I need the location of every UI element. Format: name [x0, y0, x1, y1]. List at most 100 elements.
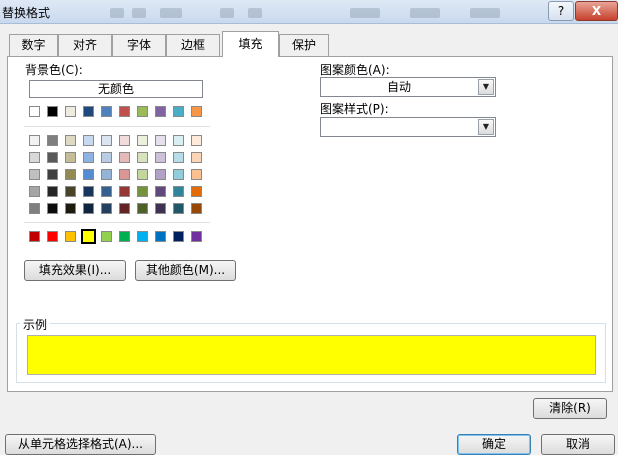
shade-color-swatch[interactable] [101, 186, 112, 197]
shade-color-swatch[interactable] [191, 152, 202, 163]
theme-color-swatch[interactable] [65, 106, 76, 117]
tab-border[interactable]: 边框 [166, 34, 220, 56]
shade-color-swatch[interactable] [47, 186, 58, 197]
shade-color-swatch[interactable] [191, 169, 202, 180]
theme-color-swatch[interactable] [191, 106, 202, 117]
palette-divider [24, 126, 210, 127]
shade-color-swatch[interactable] [83, 169, 94, 180]
theme-color-swatch[interactable] [155, 106, 166, 117]
shade-color-swatch[interactable] [65, 186, 76, 197]
shade-color-swatch[interactable] [173, 203, 184, 214]
standard-color-swatch[interactable] [137, 231, 148, 242]
fill-effects-button[interactable]: 填充效果(I)... [24, 260, 126, 281]
shade-color-swatch[interactable] [29, 135, 40, 146]
shade-color-swatch[interactable] [65, 169, 76, 180]
pattern-color-value: 自动 [386, 80, 411, 94]
shade-color-swatch[interactable] [65, 152, 76, 163]
shade-color-swatch[interactable] [137, 152, 148, 163]
shade-color-swatch[interactable] [83, 152, 94, 163]
pattern-color-select[interactable]: 自动 ▼ [320, 77, 496, 97]
theme-color-swatch[interactable] [119, 106, 130, 117]
shade-color-swatch[interactable] [155, 152, 166, 163]
shade-color-swatch[interactable] [173, 135, 184, 146]
theme-color-swatch[interactable] [173, 106, 184, 117]
shade-color-swatch[interactable] [65, 135, 76, 146]
shade-color-swatch[interactable] [47, 203, 58, 214]
standard-color-swatch[interactable] [47, 231, 58, 242]
palette-divider [24, 222, 210, 223]
chevron-down-icon[interactable]: ▼ [478, 79, 494, 95]
shade-color-swatch[interactable] [29, 203, 40, 214]
shade-color-swatch[interactable] [83, 203, 94, 214]
sample-preview [27, 335, 596, 375]
tab-number[interactable]: 数字 [9, 34, 58, 56]
theme-color-swatch[interactable] [101, 106, 112, 117]
sample-label: 示例 [20, 316, 51, 333]
shade-color-swatch[interactable] [119, 203, 130, 214]
background-ribbon-blur [80, 0, 540, 24]
theme-color-swatch[interactable] [137, 106, 148, 117]
shade-color-swatch[interactable] [119, 135, 130, 146]
pattern-style-label: 图案样式(P): [320, 102, 389, 116]
ok-button[interactable]: 确定 [457, 434, 531, 455]
shade-color-swatch[interactable] [137, 169, 148, 180]
standard-color-swatch[interactable] [29, 231, 40, 242]
chevron-down-icon[interactable]: ▼ [478, 119, 494, 135]
more-colors-button[interactable]: 其他颜色(M)... [135, 260, 236, 281]
shade-color-swatch[interactable] [137, 186, 148, 197]
tab-fill[interactable]: 填充 [222, 31, 279, 57]
close-button[interactable]: X [575, 1, 618, 21]
shade-color-swatch[interactable] [47, 135, 58, 146]
shade-color-swatch[interactable] [173, 186, 184, 197]
shade-color-swatch[interactable] [101, 169, 112, 180]
shade-color-swatch[interactable] [47, 152, 58, 163]
shade-color-swatch[interactable] [137, 203, 148, 214]
shade-color-swatch[interactable] [29, 152, 40, 163]
pattern-style-select[interactable]: ▼ [320, 117, 496, 137]
shade-color-swatch[interactable] [155, 186, 166, 197]
shade-color-swatch[interactable] [29, 169, 40, 180]
shade-color-swatch[interactable] [137, 135, 148, 146]
shade-color-swatch[interactable] [101, 152, 112, 163]
shade-color-swatch[interactable] [65, 203, 76, 214]
tab-alignment[interactable]: 对齐 [58, 34, 112, 56]
background-color-label: 背景色(C): [25, 63, 83, 77]
shade-color-swatch[interactable] [173, 169, 184, 180]
standard-color-swatch[interactable] [155, 231, 166, 242]
standard-color-swatch[interactable] [101, 231, 112, 242]
shade-color-swatch[interactable] [101, 135, 112, 146]
shade-color-swatch[interactable] [191, 203, 202, 214]
shade-color-swatch[interactable] [191, 186, 202, 197]
shade-color-swatch[interactable] [47, 169, 58, 180]
theme-color-swatch[interactable] [29, 106, 40, 117]
title-bar: 替换格式 ? X [0, 0, 618, 24]
standard-color-swatch[interactable] [173, 231, 184, 242]
standard-color-swatch[interactable] [81, 229, 96, 244]
standard-color-swatch[interactable] [119, 231, 130, 242]
standard-color-swatch[interactable] [191, 231, 202, 242]
shade-color-swatch[interactable] [119, 152, 130, 163]
shade-color-swatch[interactable] [155, 135, 166, 146]
pattern-color-label: 图案颜色(A): [320, 63, 390, 77]
clear-button[interactable]: 清除(R) [533, 398, 607, 419]
shade-color-swatch[interactable] [119, 169, 130, 180]
shade-color-swatch[interactable] [29, 186, 40, 197]
shade-color-swatch[interactable] [83, 186, 94, 197]
no-color-button[interactable]: 无颜色 [29, 80, 203, 98]
tab-font[interactable]: 字体 [112, 34, 166, 56]
theme-color-swatch[interactable] [83, 106, 94, 117]
shade-color-swatch[interactable] [119, 186, 130, 197]
theme-color-swatch[interactable] [47, 106, 58, 117]
standard-color-swatch[interactable] [65, 231, 76, 242]
shade-color-swatch[interactable] [191, 135, 202, 146]
window-title: 替换格式 [2, 6, 51, 20]
shade-color-swatch[interactable] [83, 135, 94, 146]
cancel-button[interactable]: 取消 [541, 434, 615, 455]
shade-color-swatch[interactable] [155, 203, 166, 214]
choose-format-from-cell-button[interactable]: 从单元格选择格式(A)... [5, 434, 156, 455]
tab-protection[interactable]: 保护 [279, 34, 329, 56]
shade-color-swatch[interactable] [101, 203, 112, 214]
shade-color-swatch[interactable] [155, 169, 166, 180]
help-button[interactable]: ? [548, 1, 574, 21]
shade-color-swatch[interactable] [173, 152, 184, 163]
